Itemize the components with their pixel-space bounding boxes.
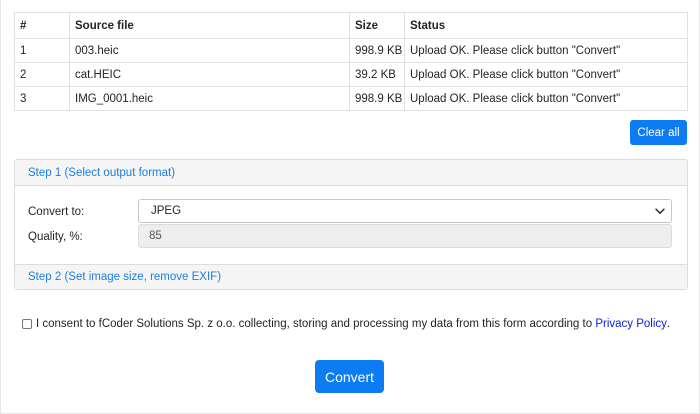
- privacy-policy-link[interactable]: Privacy Policy: [595, 318, 667, 330]
- table-header-row: # Source file Size Status: [14, 12, 688, 39]
- row-size: 39.2 KB: [349, 62, 405, 87]
- row-number: 3: [14, 86, 70, 111]
- files-table: # Source file Size Status 1 003.heic 998…: [14, 12, 688, 111]
- row-status: Upload OK. Please click button "Convert": [404, 38, 688, 63]
- row-size: 998.9 KB: [349, 86, 405, 111]
- consent-row: I consent to fCoder Solutions Sp. z o.o.…: [22, 318, 670, 330]
- chevron-down-icon: [655, 208, 665, 214]
- row-source-file: 003.heic: [69, 38, 350, 63]
- convert-button[interactable]: Convert: [315, 360, 384, 393]
- row-source-file: IMG_0001.heic: [69, 86, 350, 111]
- clear-all-button[interactable]: Clear all: [630, 120, 687, 145]
- converter-page: # Source file Size Status 1 003.heic 998…: [0, 0, 700, 414]
- row-source-file: cat.HEIC: [69, 62, 350, 87]
- settings-panel: Step 1 (Select output format) Convert to…: [14, 159, 688, 290]
- convert-to-label: Convert to:: [28, 206, 85, 218]
- table-row: 1 003.heic 998.9 KB Upload OK. Please cl…: [14, 38, 688, 63]
- table-row: 2 cat.HEIC 39.2 KB Upload OK. Please cli…: [14, 62, 688, 87]
- step2-header[interactable]: Step 2 (Set image size, remove EXIF): [15, 264, 687, 289]
- consent-text: I consent to fCoder Solutions Sp. z o.o.…: [36, 318, 593, 330]
- quality-value: 85: [149, 230, 162, 242]
- consent-checkbox[interactable]: [22, 319, 32, 329]
- header-size: Size: [349, 12, 405, 39]
- row-number: 2: [14, 62, 70, 87]
- output-format-select[interactable]: JPEG: [138, 199, 672, 223]
- row-status: Upload OK. Please click button "Convert": [404, 86, 688, 111]
- header-number: #: [14, 12, 70, 39]
- header-status: Status: [404, 12, 688, 39]
- quality-field[interactable]: 85: [138, 224, 672, 248]
- row-size: 998.9 KB: [349, 38, 405, 63]
- row-status: Upload OK. Please click button "Convert": [404, 62, 688, 87]
- quality-label: Quality, %:: [28, 231, 83, 243]
- header-source-file: Source file: [69, 12, 350, 39]
- table-row: 3 IMG_0001.heic 998.9 KB Upload OK. Plea…: [14, 86, 688, 111]
- step1-header[interactable]: Step 1 (Select output format): [15, 160, 687, 186]
- consent-trailing: .: [666, 318, 671, 330]
- row-number: 1: [14, 38, 70, 63]
- output-format-value: JPEG: [151, 205, 182, 217]
